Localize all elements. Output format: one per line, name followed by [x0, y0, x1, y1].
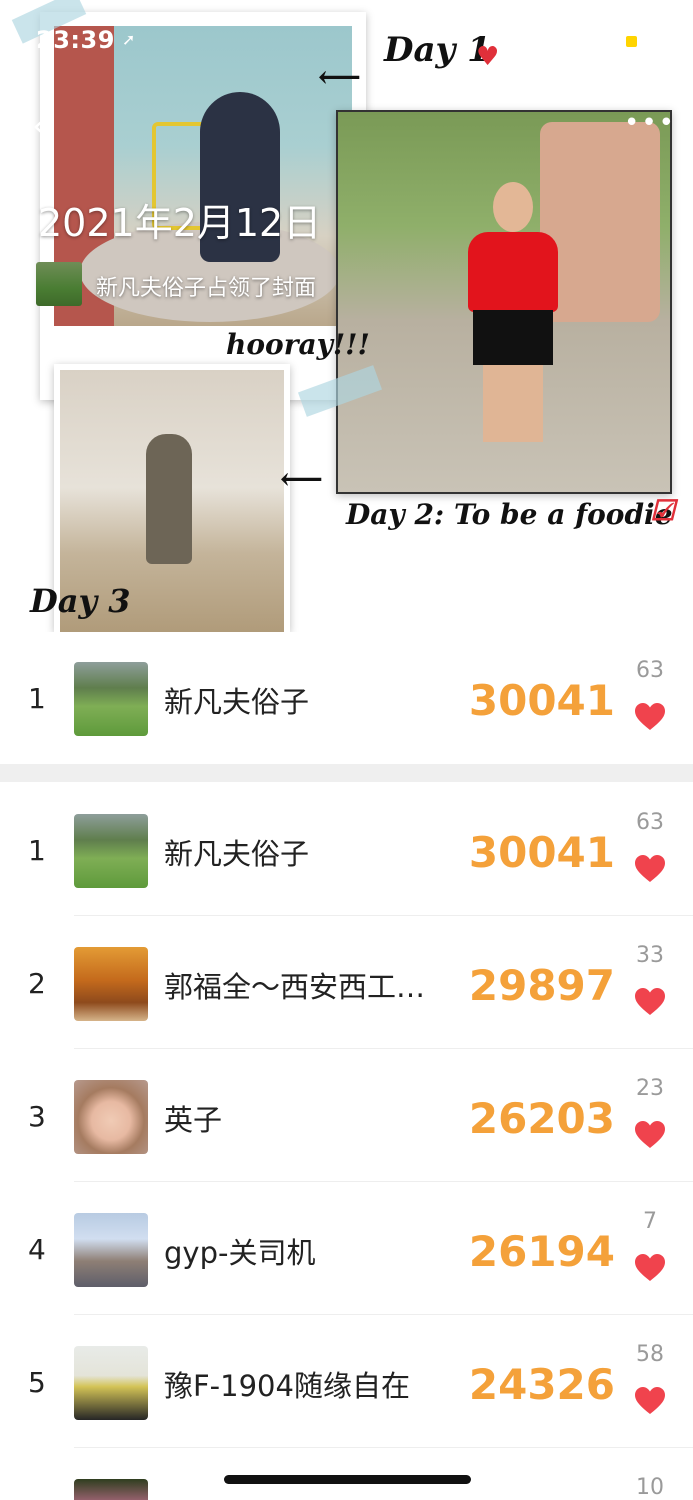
like-count: 33: [636, 943, 664, 968]
heart-icon[interactable]: [634, 1386, 666, 1416]
row-divider: [74, 1314, 693, 1315]
arrow-doodle-icon: ⟵: [318, 60, 362, 95]
status-time: 23:39: [36, 26, 115, 54]
ranking-row[interactable]: 5 豫F-1904随缘自在 24326 58: [0, 1316, 693, 1448]
heart-icon[interactable]: [634, 702, 666, 732]
ranking-row[interactable]: 4 gyp-关司机 26194 7: [0, 1183, 693, 1315]
user-name: 英子: [164, 1103, 223, 1137]
user-name: 新凡夫俗子: [164, 837, 310, 871]
heart-icon[interactable]: [634, 987, 666, 1017]
row-divider: [74, 1048, 693, 1049]
day3-label: Day 3: [30, 582, 131, 620]
user-name: 新凡夫俗子: [164, 685, 310, 719]
rank-number: 3: [28, 1100, 46, 1133]
arrow-doodle-icon: ⟵: [280, 462, 324, 497]
home-indicator[interactable]: [224, 1475, 471, 1484]
back-icon[interactable]: ‹: [32, 106, 46, 146]
avatar[interactable]: [74, 1479, 148, 1500]
recording-indicator-icon: [626, 36, 637, 47]
row-divider: [74, 915, 693, 916]
day1-label: Day 1: [384, 30, 491, 70]
avatar[interactable]: [74, 814, 148, 888]
day2-label: Day 2: To be a foodie: [346, 498, 673, 531]
step-score: 29897: [468, 961, 615, 1010]
cover-owner-avatar: [36, 262, 82, 306]
rank-number: 2: [28, 967, 46, 1000]
row-divider: [74, 1447, 693, 1448]
my-rank-row[interactable]: 1 新凡夫俗子 30041 63: [0, 632, 693, 764]
ranking-row[interactable]: 2 郭福全～西安西工… 29897 33: [0, 917, 693, 1049]
avatar[interactable]: [74, 662, 148, 736]
step-score: 30041: [468, 676, 615, 725]
like-count: 23: [636, 1076, 664, 1101]
avatar[interactable]: [74, 1346, 148, 1420]
step-score: 26194: [468, 1227, 615, 1276]
section-separator: [0, 764, 693, 782]
user-name: gyp-关司机: [164, 1236, 316, 1270]
like-count: 58: [636, 1342, 664, 1367]
more-icon[interactable]: •••: [624, 108, 676, 138]
step-score: 30041: [468, 828, 615, 877]
page-date: 2021年2月12日: [38, 201, 322, 245]
ranking-row[interactable]: 1 新凡夫俗子 30041 63: [0, 784, 693, 916]
avatar[interactable]: [74, 1213, 148, 1287]
rank-number: 1: [28, 682, 46, 715]
row-divider: [74, 1181, 693, 1182]
rank-number: 1: [28, 834, 46, 867]
avatar[interactable]: [74, 1080, 148, 1154]
cover-owner-text: 新凡夫俗子占领了封面: [96, 276, 317, 301]
heart-doodle-icon: ♥: [476, 42, 500, 72]
rank-number: 5: [28, 1366, 46, 1399]
cover-photo-day2: [336, 110, 672, 494]
step-score: 24326: [468, 1360, 615, 1409]
heart-icon[interactable]: [634, 1253, 666, 1283]
heart-icon[interactable]: [634, 854, 666, 884]
rank-number: 4: [28, 1233, 46, 1266]
like-count: 63: [636, 810, 664, 835]
user-name: 豫F-1904随缘自在: [164, 1369, 410, 1403]
heart-icon[interactable]: [634, 1120, 666, 1150]
checkbox-doodle-icon: ☑: [650, 494, 676, 527]
user-name: 郭福全～西安西工…: [164, 970, 426, 1004]
cover-banner: Day 1 ♥ ⟵ hooray!!! Day 2: To be a foodi…: [0, 0, 693, 632]
like-count: 63: [636, 658, 664, 683]
location-arrow-icon: ➚: [122, 30, 136, 49]
step-score: 26203: [468, 1094, 615, 1143]
like-count: 7: [643, 1209, 657, 1234]
avatar[interactable]: [74, 947, 148, 1021]
hooray-label: hooray!!!: [226, 328, 370, 361]
ranking-row[interactable]: 3 英子 26203 23: [0, 1050, 693, 1182]
like-count: 10: [636, 1475, 664, 1500]
